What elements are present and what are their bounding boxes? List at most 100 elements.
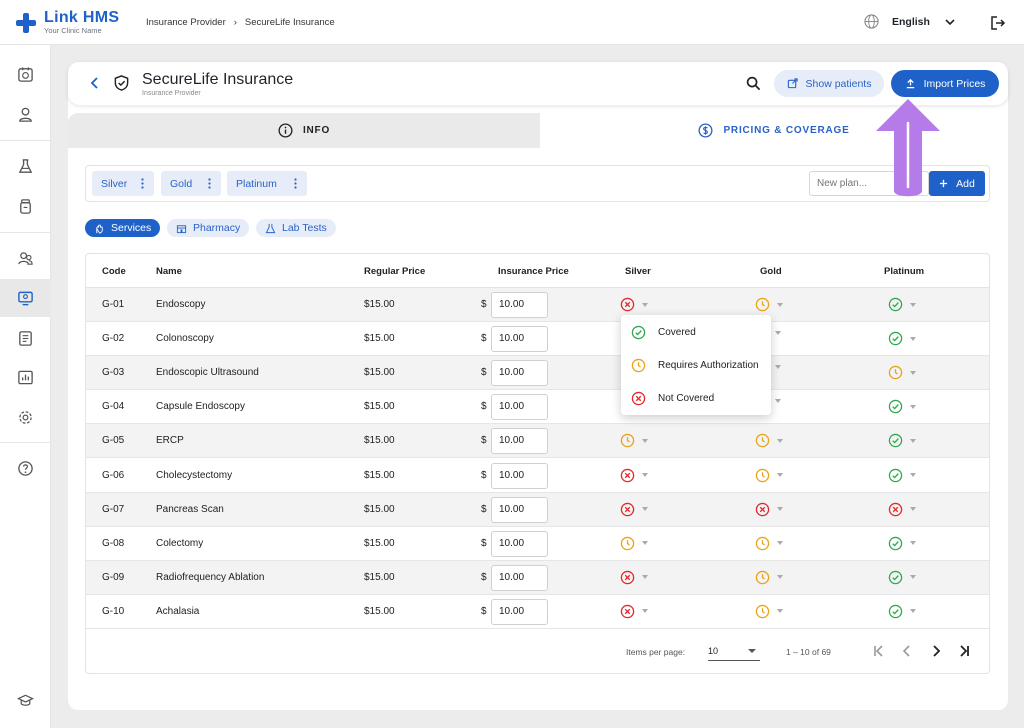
status-select-silver[interactable]	[620, 468, 648, 483]
plan-chip-platinum[interactable]: Platinum	[227, 171, 307, 196]
table-row: G-02 Colonoscopy $15.00 $10.00	[86, 322, 989, 357]
insurance-price-input[interactable]: 10.00	[491, 564, 548, 591]
language-selector[interactable]: English	[864, 14, 956, 29]
status-select-silver[interactable]	[620, 297, 648, 312]
column-header-regular-price[interactable]: Regular Price	[364, 266, 425, 277]
status-select-platinum[interactable]	[888, 433, 916, 448]
menu-item-covered[interactable]: Covered	[621, 315, 771, 349]
status-select-platinum[interactable]	[888, 331, 916, 346]
status-select-platinum[interactable]	[888, 468, 916, 483]
clock-icon	[755, 297, 770, 312]
status-select-platinum[interactable]	[888, 365, 916, 380]
import-prices-button[interactable]: Import Prices	[891, 70, 999, 97]
status-select-platinum[interactable]	[888, 604, 916, 619]
clock-icon	[888, 365, 903, 380]
sidebar-item-insurance[interactable]	[0, 279, 51, 317]
insurance-price-input[interactable]: 10.00	[491, 326, 548, 353]
cell-name: Capsule Endoscopy	[156, 401, 245, 413]
column-header-name[interactable]: Name	[156, 266, 182, 277]
status-select-silver[interactable]	[620, 433, 648, 448]
status-select-platinum[interactable]	[888, 536, 916, 551]
pill-bottle-icon	[20, 198, 31, 214]
insurance-price-input[interactable]: 10.00	[491, 462, 548, 489]
sidebar-item-staff[interactable]	[0, 239, 51, 277]
status-select-gold[interactable]	[755, 502, 783, 517]
cell-regular-price: $15.00	[364, 503, 395, 515]
search-icon[interactable]	[746, 76, 761, 91]
logout-icon[interactable]	[990, 15, 1006, 31]
more-vertical-icon[interactable]	[294, 178, 297, 189]
plan-chip-silver[interactable]: Silver	[92, 171, 154, 196]
breadcrumb-item-insurance-provider[interactable]: Insurance Provider	[146, 17, 226, 28]
clock-icon	[755, 468, 770, 482]
category-pharmacy[interactable]: Pharmacy	[167, 219, 250, 237]
insurance-price-input[interactable]: 10.00	[491, 598, 548, 625]
sidebar-item-pharmacy[interactable]	[0, 187, 51, 225]
sidebar-item-settings[interactable]	[0, 398, 51, 436]
status-select-gold[interactable]	[755, 297, 783, 312]
column-header-gold[interactable]: Gold	[760, 266, 782, 277]
status-select-gold[interactable]	[755, 433, 783, 448]
column-header-insurance-price[interactable]: Insurance Price	[498, 266, 569, 277]
next-page-icon[interactable]	[927, 642, 945, 660]
store-icon	[176, 224, 187, 233]
first-page-icon[interactable]	[870, 642, 888, 660]
menu-item-not-covered[interactable]: Not Covered	[621, 381, 771, 415]
status-select-gold[interactable]	[755, 536, 783, 551]
column-header-platinum[interactable]: Platinum	[884, 266, 924, 277]
caret-down-icon	[775, 365, 781, 370]
sidebar-item-lab[interactable]	[0, 147, 51, 185]
insurance-price-input[interactable]: 10.00	[491, 496, 548, 523]
tab-info-label: INFO	[302, 125, 331, 136]
breadcrumb-separator-icon: ›	[233, 17, 237, 28]
insurance-price-input[interactable]: 10.00	[491, 428, 548, 455]
sidebar-item-reports[interactable]	[0, 319, 51, 357]
menu-item-requires-authorization[interactable]: Requires Authorization	[621, 348, 771, 382]
back-arrow-icon[interactable]	[88, 76, 102, 90]
page-size-select[interactable]: 10	[708, 643, 760, 661]
status-select-platinum[interactable]	[888, 570, 916, 585]
page-header: SecureLife Insurance Insurance Provider …	[68, 62, 1008, 105]
column-header-silver[interactable]: Silver	[625, 266, 651, 277]
status-select-gold[interactable]	[755, 570, 783, 585]
status-select-gold[interactable]	[755, 604, 783, 619]
insurance-price-input[interactable]: 10.00	[491, 394, 548, 421]
monitor-icon	[18, 291, 33, 305]
sidebar-item-appointments[interactable]	[0, 55, 51, 93]
show-patients-button[interactable]: Show patients	[774, 70, 884, 97]
status-select-silver[interactable]	[620, 502, 648, 517]
more-vertical-icon[interactable]	[141, 178, 144, 189]
sidebar-item-help[interactable]	[0, 449, 51, 487]
sidebar-item-patients[interactable]	[0, 95, 51, 133]
status-select-platinum[interactable]	[888, 502, 916, 517]
category-label: Pharmacy	[193, 222, 241, 234]
previous-page-icon[interactable]	[898, 642, 916, 660]
status-select-silver[interactable]	[620, 536, 648, 551]
insurance-price-input[interactable]: 10.00	[491, 530, 548, 557]
column-header-code[interactable]: Code	[102, 266, 126, 277]
status-select-gold[interactable]	[775, 331, 781, 336]
category-lab-tests[interactable]: Lab Tests	[256, 219, 336, 237]
insurance-price-input[interactable]: 10.00	[491, 360, 548, 387]
more-vertical-icon[interactable]	[208, 178, 211, 189]
status-select-platinum[interactable]	[888, 399, 916, 414]
category-services[interactable]: Services	[85, 219, 161, 237]
status-select-silver[interactable]	[620, 604, 648, 619]
status-select-gold[interactable]	[775, 365, 781, 370]
caret-down-icon	[777, 438, 783, 443]
insurance-price-input[interactable]: 10.00	[491, 292, 548, 318]
last-page-icon[interactable]	[955, 642, 973, 660]
document-list-icon	[19, 330, 32, 346]
clock-icon	[620, 536, 635, 550]
status-select-gold[interactable]	[775, 399, 781, 404]
status-select-platinum[interactable]	[888, 297, 916, 312]
tab-info[interactable]: INFO	[68, 113, 540, 148]
plan-chip-gold[interactable]: Gold	[161, 171, 221, 196]
status-select-gold[interactable]	[755, 468, 783, 483]
sidebar-item-education[interactable]	[0, 681, 51, 719]
cell-name: Cholecystectomy	[156, 469, 233, 481]
status-select-silver[interactable]	[620, 570, 648, 585]
app-logo[interactable]: Link HMS Your Clinic Name	[16, 10, 119, 35]
menu-item-label: Not Covered	[658, 392, 715, 404]
sidebar-item-analytics[interactable]	[0, 358, 51, 396]
